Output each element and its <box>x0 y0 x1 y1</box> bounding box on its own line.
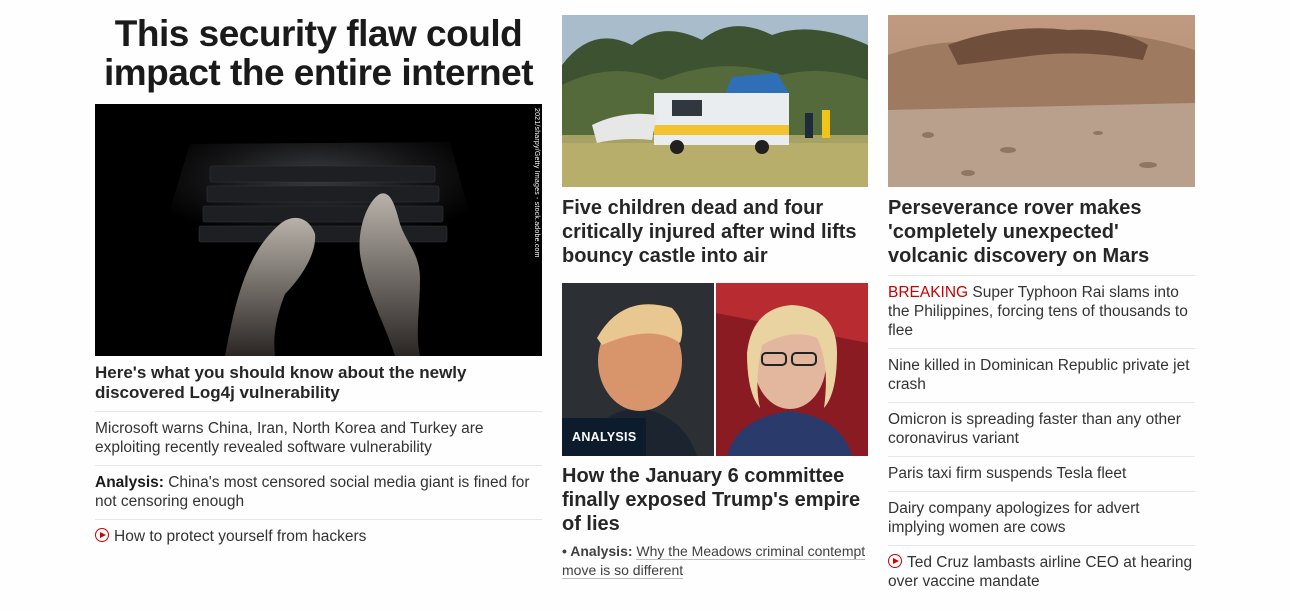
list-item-text: Omicron is spreading faster than any oth… <box>888 411 1181 447</box>
list-item[interactable]: Ted Cruz lambasts airline CEO at hearing… <box>888 546 1195 599</box>
list-item-text: How to protect yourself from hackers <box>114 528 367 545</box>
middle-second-headline[interactable]: How the January 6 committee finally expo… <box>562 464 868 536</box>
mars-landscape-photo <box>888 15 1195 187</box>
laptop-hands-image[interactable]: 2021/sharpy/Getty Images - stock.adobe.c… <box>95 104 542 356</box>
play-icon <box>95 528 109 542</box>
list-item-text: Paris taxi firm suspends Tesla fleet <box>888 465 1127 482</box>
list-item-text: Dairy company apologizes for advert impl… <box>888 500 1140 536</box>
list-item[interactable]: BREAKING Super Typhoon Rai slams into th… <box>888 276 1195 349</box>
list-item[interactable]: Nine killed in Dominican Republic privat… <box>888 349 1195 403</box>
lead-related-list: Microsoft warns China, Iran, North Korea… <box>95 412 542 554</box>
analysis-badge: ANALYSIS <box>562 418 647 456</box>
laptop-photo <box>95 104 542 356</box>
image-credit: 2021/sharpy/Getty Images - stock.adobe.c… <box>533 108 540 258</box>
play-icon <box>888 554 902 568</box>
ambulance-photo <box>562 15 868 187</box>
analysis-sublink[interactable]: • Analysis: Why the Meadows criminal con… <box>562 542 868 580</box>
mars-image[interactable] <box>888 15 1195 187</box>
list-item-text: Ted Cruz lambasts airline CEO at hearing… <box>888 554 1193 590</box>
bouncy-castle-image[interactable] <box>562 15 868 187</box>
trump-cheney-image[interactable]: ANALYSIS <box>562 283 868 456</box>
list-item[interactable]: Omicron is spreading faster than any oth… <box>888 403 1195 457</box>
right-list: BREAKING Super Typhoon Rai slams into th… <box>888 276 1195 599</box>
list-item[interactable]: Microsoft warns China, Iran, North Korea… <box>95 412 542 466</box>
right-stories: Perseverance rover makes 'completely une… <box>888 0 1195 599</box>
list-item[interactable]: How to protect yourself from hackers <box>95 520 542 554</box>
hero-title[interactable]: This security flaw could impact the enti… <box>95 14 542 92</box>
lead-headline[interactable]: Here's what you should know about the ne… <box>95 363 542 412</box>
list-item[interactable]: Analysis: China's most censored social m… <box>95 466 542 520</box>
list-item-text: Microsoft warns China, Iran, North Korea… <box>95 420 484 456</box>
lead-story: This security flaw could impact the enti… <box>95 0 542 554</box>
list-item-text: Nine killed in Dominican Republic privat… <box>888 357 1190 393</box>
list-item[interactable]: Paris taxi firm suspends Tesla fleet <box>888 457 1195 492</box>
analysis-label: • Analysis: <box>562 543 633 559</box>
breaking-label: BREAKING <box>888 284 969 301</box>
analysis-label: Analysis: <box>95 474 164 491</box>
list-item[interactable]: Dairy company apologizes for advert impl… <box>888 492 1195 546</box>
middle-top-headline[interactable]: Five children dead and four critically i… <box>562 196 868 268</box>
middle-stories: Five children dead and four critically i… <box>562 0 868 580</box>
right-headline[interactable]: Perseverance rover makes 'completely une… <box>888 196 1195 276</box>
